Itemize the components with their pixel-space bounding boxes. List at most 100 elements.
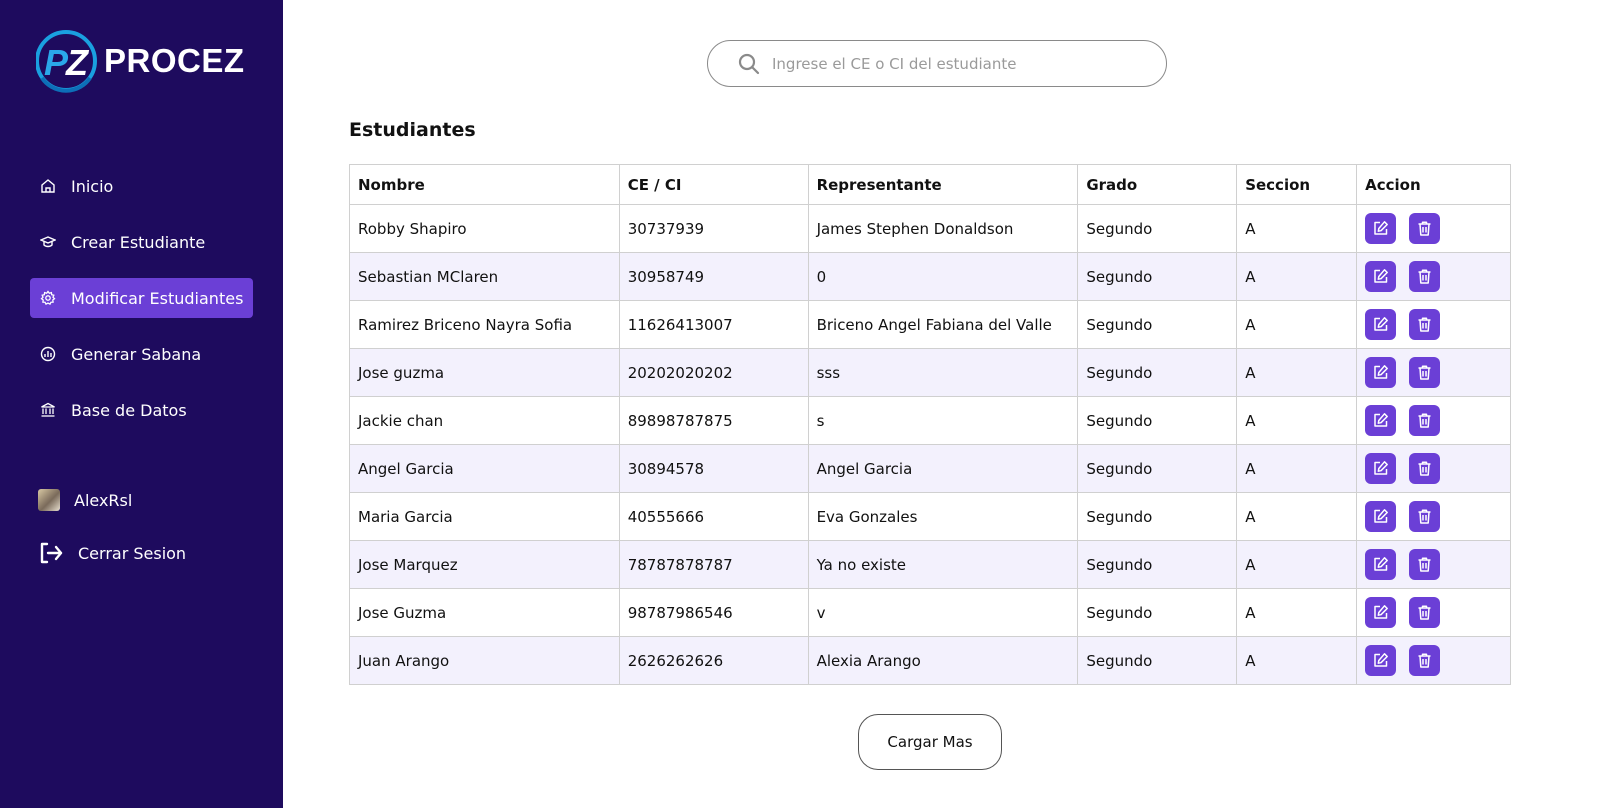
cell-grado: Segundo xyxy=(1077,636,1238,685)
edit-icon xyxy=(1374,653,1389,667)
cell-accion xyxy=(1356,300,1511,349)
delete-button[interactable] xyxy=(1409,213,1441,244)
edit-icon xyxy=(1374,509,1389,523)
cell-representante: Eva Gonzales xyxy=(807,492,1079,541)
sidebar-item-modificar-estudiantes[interactable]: Modificar Estudiantes xyxy=(30,278,253,318)
user-profile[interactable]: AlexRsl xyxy=(38,489,132,511)
cell-nombre: Jose Marquez xyxy=(349,540,620,589)
table-row: Jose Guzma 98787986546 v Segundo A xyxy=(349,588,1511,637)
edit-button[interactable] xyxy=(1365,597,1397,628)
trash-icon xyxy=(1418,653,1431,668)
edit-button[interactable] xyxy=(1365,453,1397,484)
table-row: Jose guzma 20202020202 sss Segundo A xyxy=(349,348,1511,397)
cell-representante: Ya no existe xyxy=(807,540,1079,589)
table-row: Jose Marquez 78787878787 Ya no existe Se… xyxy=(349,540,1511,589)
cell-ce-ci: 30958749 xyxy=(618,252,809,301)
logout-icon xyxy=(38,541,64,565)
edit-button[interactable] xyxy=(1365,213,1397,244)
table-row: Jackie chan 89898787875 s Segundo A xyxy=(349,396,1511,445)
cell-representante: s xyxy=(807,396,1079,445)
cell-ce-ci: 2626262626 xyxy=(618,636,809,685)
logo-mark: P Z xyxy=(35,28,102,94)
delete-button[interactable] xyxy=(1409,357,1441,388)
trash-icon xyxy=(1418,365,1431,380)
edit-icon xyxy=(1374,605,1389,619)
edit-button[interactable] xyxy=(1365,309,1397,340)
cell-accion xyxy=(1356,252,1511,301)
edit-icon xyxy=(1374,365,1389,379)
svg-text:Z: Z xyxy=(65,42,90,83)
delete-button[interactable] xyxy=(1409,501,1441,532)
sidebar-item-inicio[interactable]: Inicio xyxy=(30,166,253,206)
delete-button[interactable] xyxy=(1409,405,1441,436)
cell-ce-ci: 30737939 xyxy=(618,204,809,253)
edit-button[interactable] xyxy=(1365,549,1397,580)
delete-button[interactable] xyxy=(1409,309,1441,340)
trash-icon xyxy=(1418,317,1431,332)
load-more-button[interactable]: Cargar Mas xyxy=(858,714,1002,770)
column-header-ce-ci: CE / CI xyxy=(618,164,809,205)
sidebar-item-label: Modificar Estudiantes xyxy=(71,288,244,308)
cell-nombre: Ramirez Briceno Nayra Sofia xyxy=(349,300,620,349)
cell-seccion: A xyxy=(1236,396,1358,445)
cell-accion xyxy=(1356,636,1511,685)
cell-grado: Segundo xyxy=(1077,204,1238,253)
cell-grado: Segundo xyxy=(1077,588,1238,637)
cell-grado: Segundo xyxy=(1077,252,1238,301)
column-header-grado: Grado xyxy=(1077,164,1238,205)
cell-nombre: Angel Garcia xyxy=(349,444,620,493)
cell-seccion: A xyxy=(1236,348,1358,397)
cell-representante: Alexia Arango xyxy=(807,636,1079,685)
delete-button[interactable] xyxy=(1409,597,1441,628)
graduation-cap-icon xyxy=(40,234,56,250)
trash-icon xyxy=(1418,461,1431,476)
trash-icon xyxy=(1418,605,1431,620)
edit-icon xyxy=(1374,557,1389,571)
brand-name: PROCEZ xyxy=(104,42,245,79)
cell-representante: Angel Garcia xyxy=(807,444,1079,493)
sidebar-item-crear-estudiante[interactable]: Crear Estudiante xyxy=(30,222,253,262)
logout-label: Cerrar Sesion xyxy=(78,543,187,563)
logout-button[interactable]: Cerrar Sesion xyxy=(38,541,186,565)
search-box[interactable] xyxy=(707,40,1167,87)
cell-nombre: Jose Guzma xyxy=(349,588,620,637)
trash-icon xyxy=(1418,413,1431,428)
edit-icon xyxy=(1374,461,1389,475)
page-title: Estudiantes xyxy=(349,119,476,141)
delete-button[interactable] xyxy=(1409,453,1441,484)
cell-grado: Segundo xyxy=(1077,492,1238,541)
trash-icon xyxy=(1418,557,1431,572)
cell-representante: Briceno Angel Fabiana del Valle xyxy=(807,300,1079,349)
delete-button[interactable] xyxy=(1409,645,1441,676)
cell-ce-ci: 11626413007 xyxy=(618,300,809,349)
cell-accion xyxy=(1356,588,1511,637)
brand-logo[interactable]: P Z PROCEZ xyxy=(35,28,245,94)
edit-button[interactable] xyxy=(1365,261,1397,292)
user-name: AlexRsl xyxy=(74,490,133,510)
column-header-seccion: Seccion xyxy=(1236,164,1358,205)
sidebar-item-generar-sabana[interactable]: Generar Sabana xyxy=(30,334,253,374)
gear-icon xyxy=(40,290,56,306)
cell-accion xyxy=(1356,492,1511,541)
table-row: Juan Arango 2626262626 Alexia Arango Seg… xyxy=(349,636,1511,685)
bank-icon xyxy=(40,402,56,418)
table-row: Maria Garcia 40555666 Eva Gonzales Segun… xyxy=(349,492,1511,541)
edit-button[interactable] xyxy=(1365,405,1397,436)
cell-accion xyxy=(1356,204,1511,253)
column-header-representante: Representante xyxy=(807,164,1079,205)
sidebar-item-base-de-datos[interactable]: Base de Datos xyxy=(30,390,253,430)
delete-button[interactable] xyxy=(1409,549,1441,580)
cell-seccion: A xyxy=(1236,588,1358,637)
cell-seccion: A xyxy=(1236,252,1358,301)
sidebar-item-label: Inicio xyxy=(71,176,114,196)
cell-grado: Segundo xyxy=(1077,300,1238,349)
cell-accion xyxy=(1356,348,1511,397)
edit-button[interactable] xyxy=(1365,357,1397,388)
search-icon xyxy=(738,53,760,75)
edit-button[interactable] xyxy=(1365,645,1397,676)
cell-nombre: Maria Garcia xyxy=(349,492,620,541)
edit-button[interactable] xyxy=(1365,501,1397,532)
search-input[interactable] xyxy=(772,54,1132,73)
delete-button[interactable] xyxy=(1409,261,1441,292)
cell-seccion: A xyxy=(1236,540,1358,589)
